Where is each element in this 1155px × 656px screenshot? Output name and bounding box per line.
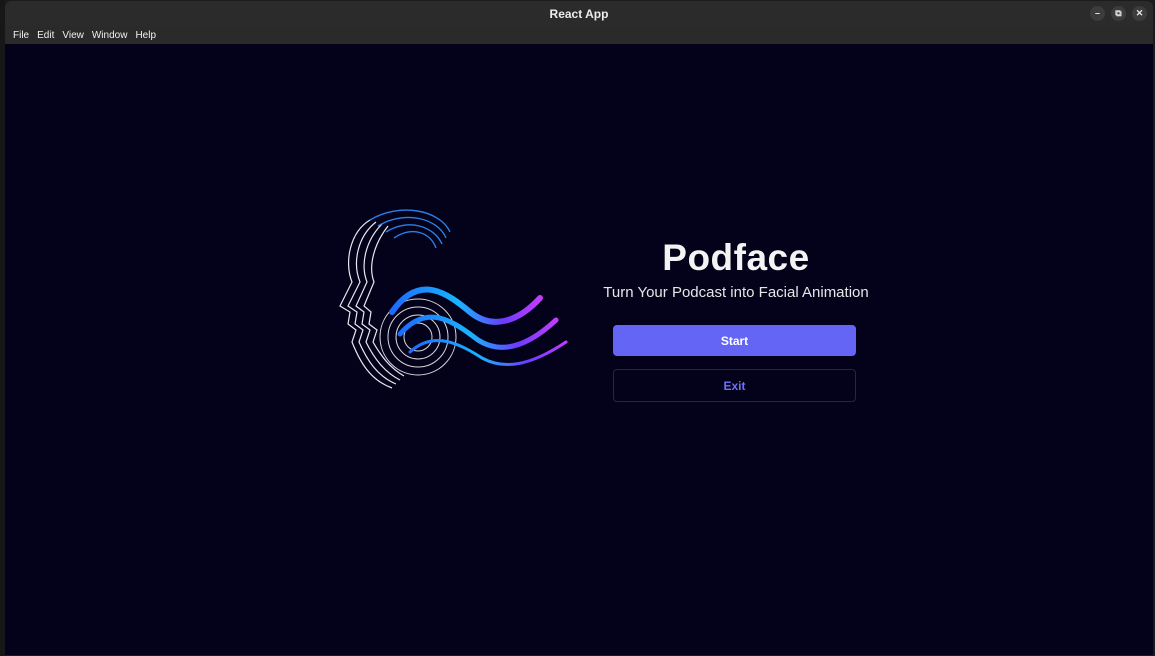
minimize-icon[interactable]: – [1090,6,1105,21]
window-controls: – ⧉ ✕ [1090,6,1147,21]
window-title: React App [549,6,609,21]
menu-help[interactable]: Help [131,30,160,41]
podface-logo [339,209,568,389]
start-button[interactable]: Start [613,325,856,356]
window-titlebar[interactable]: React App – ⧉ ✕ [5,1,1153,26]
menu-file[interactable]: File [9,30,33,41]
app-subtitle: Turn Your Podcast into Facial Animation [603,284,869,301]
close-icon[interactable]: ✕ [1132,6,1147,21]
menubar: File Edit View Window Help [5,26,1153,44]
exit-button[interactable]: Exit [613,369,856,402]
main-content: Podface Turn Your Podcast into Facial An… [5,44,1153,655]
brand-block: Podface Turn Your Podcast into Facial An… [601,236,871,301]
app-window: React App – ⧉ ✕ File Edit View Window He… [5,1,1153,655]
menu-edit[interactable]: Edit [33,30,58,41]
menu-window[interactable]: Window [88,30,132,41]
app-title: Podface [662,237,810,278]
restore-icon[interactable]: ⧉ [1111,6,1126,21]
menu-view[interactable]: View [58,30,88,41]
